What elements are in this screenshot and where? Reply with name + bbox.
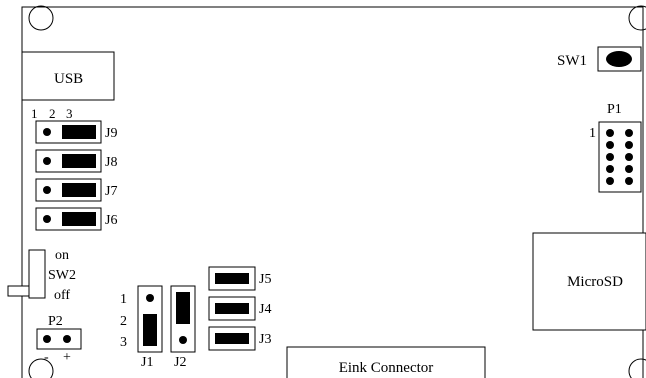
usb-label: USB	[54, 71, 83, 87]
p1-label: P1	[607, 102, 622, 117]
eink-connector-label: Eink Connector	[339, 360, 434, 376]
p2-pin-minus	[43, 335, 51, 343]
jumper-bank-pin-3-label: 3	[66, 106, 73, 121]
jumper-j8: J8	[35, 149, 117, 173]
jumper-j4-label: J4	[259, 302, 271, 317]
mounting-hole-top-left	[28, 5, 54, 31]
jumper-bank-pin-1-label: 1	[31, 106, 38, 121]
jumper-bank-pin-2-label: 2	[49, 106, 56, 121]
jumper-j7-label: J7	[105, 184, 117, 199]
p1-pin1-label: 1	[589, 126, 596, 141]
sw2-on-label: on	[55, 248, 69, 263]
jumper-j1	[137, 285, 163, 353]
jumper-j8-label: J8	[105, 155, 117, 170]
jumper-j9-label: J9	[105, 126, 117, 141]
jumper-j6: J6	[35, 207, 117, 231]
jumper-j4: J4	[208, 296, 271, 321]
sw1-label: SW1	[557, 53, 587, 69]
p2-label: P2	[48, 314, 63, 329]
jumper-j5-label: J5	[259, 272, 271, 287]
p2-minus-label: -	[44, 350, 49, 365]
jumper-j9: J9	[35, 120, 117, 144]
jumper-j3-label: J3	[259, 332, 271, 347]
p1-header	[598, 121, 642, 193]
mounting-hole-bottom-left	[28, 358, 54, 378]
jumper-j6-label: J6	[105, 213, 117, 228]
vertical-jumper-pin-2-label: 2	[120, 314, 127, 329]
jumper-j2	[170, 285, 196, 353]
microsd-label: MicroSD	[567, 274, 623, 290]
jumper-j5: J5	[208, 266, 271, 291]
jumper-j3: J3	[208, 326, 271, 351]
sw2-name-label: SW2	[48, 268, 76, 283]
p2-plus-label: +	[63, 350, 71, 365]
vertical-jumper-pin-3-label: 3	[120, 335, 127, 350]
sw1-button	[606, 51, 632, 67]
sw2-body	[28, 249, 46, 299]
jumper-j7: J7	[35, 178, 117, 202]
jumper-j2-label: J2	[174, 355, 186, 370]
p2-pin-plus	[63, 335, 71, 343]
vertical-jumper-pin-1-label: 1	[120, 292, 127, 307]
jumper-j1-label: J1	[141, 355, 153, 370]
sw2-actuator	[7, 285, 30, 297]
board-diagram: USB 1 2 3 J9 J8 J7 J6 on SW2 off P2 - +	[7, 5, 646, 378]
sw2-off-label: off	[54, 288, 70, 303]
